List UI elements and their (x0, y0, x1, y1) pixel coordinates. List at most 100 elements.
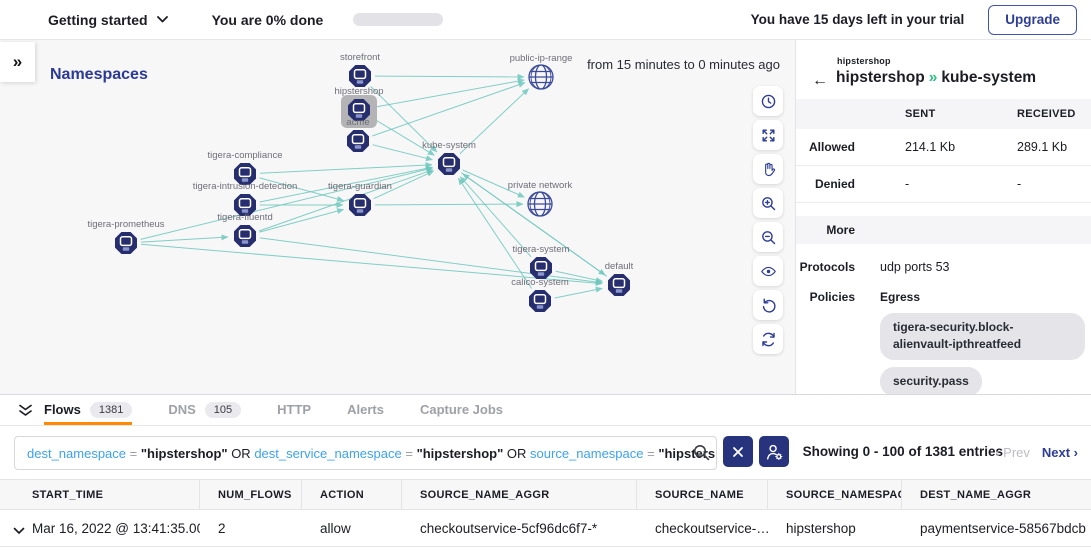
tab-alerts[interactable]: Alerts (347, 395, 384, 425)
graph-title: Namespaces (50, 66, 148, 84)
more-section-header: More (796, 216, 1091, 244)
zoom-in-button[interactable] (753, 188, 783, 218)
column-header-start_time[interactable]: START_TIME (0, 480, 200, 509)
table-row[interactable]: Mar 16, 2022 @ 13:41:35.0002allowcheckou… (0, 510, 1091, 547)
show-eye-button[interactable] (753, 256, 783, 286)
back-arrow-icon[interactable]: ← (812, 73, 828, 89)
detail-header: ← hipstershop hipstershop»kube-system (796, 40, 1091, 99)
globe-icon (529, 65, 553, 89)
graph-node-kube-system[interactable]: kube-system (422, 140, 476, 175)
tab-dns[interactable]: DNS105 (168, 395, 241, 425)
stats-denied-received: - (988, 177, 1091, 191)
stats-allowed-received: 289.1 Kb (988, 140, 1091, 154)
column-header-source_name_aggr[interactable]: SOURCE_NAME_AGGR (402, 480, 637, 509)
search-input[interactable]: dest_namespace = "hipstershop" OR dest_s… (14, 436, 717, 470)
column-header-dest_name_aggr[interactable]: DEST_NAME_AGGR (902, 480, 1091, 509)
clock-icon (760, 93, 777, 110)
graph-node-label: calico-system (511, 277, 569, 288)
fit-screen-button[interactable] (753, 120, 783, 150)
namespace-icon (115, 232, 137, 254)
getting-started-label: Getting started (48, 12, 148, 28)
graph-node-public-ip-range[interactable]: public-ip-range (510, 53, 573, 89)
refresh-button[interactable] (753, 324, 783, 354)
zoom-out-button[interactable] (753, 222, 783, 252)
graph-node-label: default (605, 261, 634, 272)
show-eye-icon (760, 263, 777, 280)
cell-text: paymentservice-58567bdcb (920, 521, 1086, 536)
cell-text: Mar 16, 2022 @ 13:41:35.000 (32, 521, 200, 536)
graph-node-tigera-compliance[interactable]: tigera-compliance (208, 150, 283, 185)
stats-row-allowed: Allowed 214.1 Kb 289.1 Kb (796, 129, 1091, 166)
user-settings-button[interactable] (759, 436, 789, 467)
chevron-down-icon (157, 16, 168, 23)
stats-label: Allowed (796, 140, 876, 154)
column-header-action[interactable]: ACTION (302, 480, 402, 509)
undo-button[interactable] (753, 290, 783, 320)
user-gear-icon (764, 442, 784, 462)
search-query: dest_namespace = "hipstershop" OR dest_s… (27, 446, 717, 461)
clock-button[interactable] (753, 86, 783, 116)
next-page-button[interactable]: Next › (1042, 445, 1078, 460)
expand-row-chevron-icon[interactable] (13, 523, 25, 538)
column-header-source_namespace[interactable]: SOURCE_NAMESPACE (768, 480, 902, 509)
pagination: ‹ Prev Next › (995, 445, 1078, 460)
clear-search-button[interactable] (723, 436, 753, 467)
tab-label: Flows (44, 402, 81, 417)
graph-node-storefront[interactable]: storefront (340, 52, 380, 87)
getting-started-dropdown[interactable]: Getting started (48, 12, 168, 28)
prev-page-button[interactable]: ‹ Prev (995, 445, 1030, 460)
policies-label: Policies (796, 290, 876, 394)
tab-capture-jobs[interactable]: Capture Jobs (420, 395, 503, 425)
more-label: More (796, 223, 876, 237)
graph-node-label: tigera-compliance (208, 150, 283, 161)
policy-tags: tigera-security.block-alienvault-ipthrea… (880, 313, 1091, 394)
graph-node-acme[interactable]: acme (346, 117, 369, 152)
progress-text: You are 0% done (212, 12, 324, 28)
sidebar-expand-toggle[interactable]: » (0, 42, 35, 82)
graph-node-tigera-system[interactable]: tigera-system (512, 244, 569, 279)
namespace-icon (347, 130, 369, 152)
query-token: "hipstershop" (141, 446, 228, 461)
graph-canvas[interactable]: storefront hipstershop acme public-ip-ra… (0, 40, 795, 394)
stats-row-denied: Denied - - (796, 166, 1091, 203)
protocols-label: Protocols (796, 260, 876, 274)
policy-tag[interactable]: tigera-security.block-alienvault-ipthrea… (880, 313, 1085, 360)
table-cell: paymentservice-58567bdcb (902, 510, 1091, 546)
graph-node-label: tigera-guardian (328, 181, 392, 192)
refresh-icon (760, 331, 777, 348)
policy-tag[interactable]: security.pass (880, 367, 982, 394)
graph-node-label: tigera-system (512, 244, 569, 255)
collapse-panel-button[interactable] (10, 395, 40, 425)
graph-node-label: public-ip-range (510, 53, 573, 64)
graph-node-calico-system[interactable]: calico-system (511, 277, 569, 312)
tab-flows[interactable]: Flows1381 (44, 395, 132, 425)
protocols-value: udp ports 53 (876, 260, 1091, 274)
query-token: "hipstershop" (417, 446, 504, 461)
zoom-in-icon (760, 195, 777, 212)
graph-node-default[interactable]: default (605, 261, 634, 296)
policies-direction: Egress tigera-security.block-alienvault-… (876, 290, 1091, 394)
namespace-icon (608, 274, 630, 296)
zoom-out-icon (760, 229, 777, 246)
stats-col-received: RECEIVED (988, 108, 1091, 120)
tab-http[interactable]: HTTP (277, 395, 311, 425)
query-token: = (644, 446, 659, 461)
pan-hand-button[interactable] (753, 154, 783, 184)
upgrade-button[interactable]: Upgrade (988, 5, 1077, 35)
detail-source: hipstershop (836, 69, 925, 86)
graph-node-tigera-intrusion-detection[interactable]: tigera-intrusion-detection (193, 181, 298, 216)
detail-target: kube-system (941, 69, 1036, 86)
table-cell: checkoutservice-5cf96dc6f7-* (402, 510, 637, 546)
graph-node-label: acme (346, 117, 369, 128)
cell-text: checkoutservice-5cf96dc6f7-* (420, 521, 597, 536)
cell-text: checkoutservice-… (655, 521, 768, 536)
graph-node-label: kube-system (422, 140, 476, 151)
query-token: dest_namespace (27, 446, 126, 461)
graph-node-private-network[interactable]: private network (508, 180, 573, 216)
flows-table: START_TIMENUM_FLOWSACTIONSOURCE_NAME_AGG… (0, 479, 1091, 547)
column-header-num_flows[interactable]: NUM_FLOWS (200, 480, 302, 509)
stats-denied-sent: - (876, 177, 988, 191)
column-header-source_name[interactable]: SOURCE_NAME (637, 480, 768, 509)
namespace-icon (438, 153, 460, 175)
trial-countdown-text: You have 15 days left in your trial (751, 12, 965, 27)
